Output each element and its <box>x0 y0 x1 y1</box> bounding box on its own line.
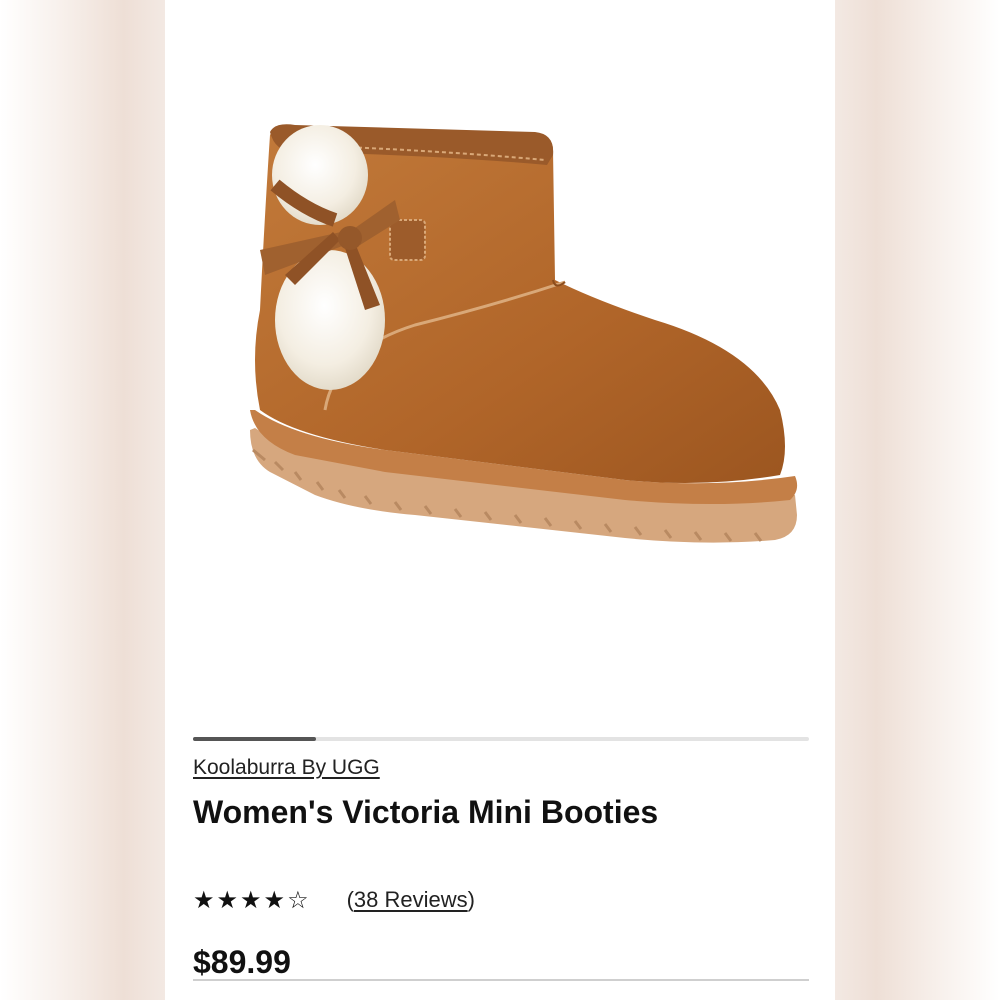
divider <box>193 979 809 981</box>
brand-link[interactable]: Koolaburra By UGG <box>193 756 380 780</box>
reviews-count: 38 Reviews <box>353 887 468 912</box>
reviews-link[interactable]: (38 Reviews) <box>347 887 475 913</box>
product-image[interactable] <box>235 110 815 580</box>
carousel-progress-bar <box>193 737 317 741</box>
reviews-open-paren: ( <box>346 887 354 912</box>
right-backdrop <box>835 0 1000 1000</box>
product-page: Koolaburra By UGG Women's Victoria Mini … <box>165 0 835 1000</box>
image-carousel-indicator[interactable] <box>193 737 809 741</box>
reviews-close-paren: ) <box>467 887 475 912</box>
left-backdrop <box>0 0 165 1000</box>
product-price: $89.99 <box>193 944 291 980</box>
product-title: Women's Victoria Mini Booties <box>193 794 659 830</box>
star-rating-icon: ★★★★☆ <box>193 886 311 914</box>
rating-row: ★★★★☆ (38 Reviews) <box>193 886 475 914</box>
